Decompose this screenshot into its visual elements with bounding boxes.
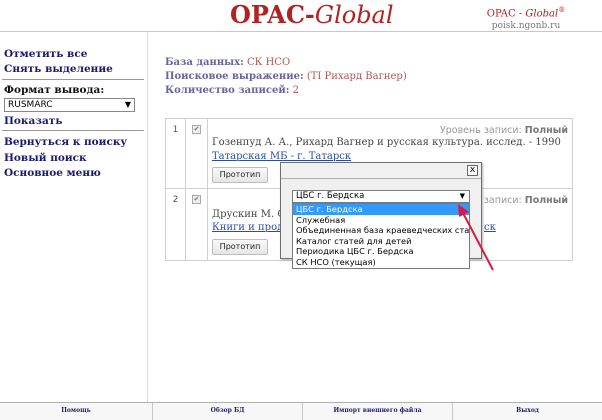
- dropdown-option[interactable]: Периодика ЦБС г. Бердска: [293, 246, 469, 257]
- format-select-value: RUSMARC: [8, 100, 53, 110]
- checkbox-cell: ✔: [186, 189, 208, 260]
- sidebar: Отметить все Снять выделение Формат выво…: [0, 32, 148, 402]
- chevron-down-icon: ▼: [459, 192, 465, 200]
- record-description: Друскин М. С.: [212, 209, 289, 220]
- checkbox-cell: ✔: [186, 119, 208, 188]
- record-level: Уровень записи: Полный: [440, 125, 568, 136]
- brand-italic: Global: [314, 1, 394, 29]
- sidebar-divider: [2, 130, 144, 131]
- dropdown-option[interactable]: ЦБС г. Бердска: [293, 204, 469, 215]
- select-all-link[interactable]: Отметить все: [4, 48, 87, 60]
- main-menu-link[interactable]: Основное меню: [4, 167, 101, 179]
- record-checkbox[interactable]: ✔: [192, 195, 201, 204]
- close-icon[interactable]: x: [467, 165, 478, 176]
- count-info: Количество записей: 2: [165, 85, 299, 96]
- deselect-link[interactable]: Снять выделение: [4, 63, 113, 75]
- record-level-value: Полный: [524, 125, 568, 136]
- brand-logo: OPAC-Global: [230, 0, 394, 29]
- brand-right-main: OPAC -: [486, 8, 526, 20]
- brand-right-italic: Global: [525, 8, 559, 20]
- brand-main: OPAC-: [230, 0, 315, 29]
- format-select[interactable]: RUSMARC ▼: [4, 98, 135, 112]
- record-checkbox[interactable]: ✔: [192, 125, 201, 134]
- help-link[interactable]: Помощь: [0, 403, 153, 420]
- format-label: Формат вывода:: [4, 84, 105, 96]
- prototype-button[interactable]: Прототип: [212, 167, 268, 183]
- dropdown-option[interactable]: Объединенная база краеведческих статей: [293, 225, 469, 236]
- query-info: Поисковое выражение: (TI Рихард Вагнер): [165, 71, 407, 82]
- count-label: Количество записей:: [165, 85, 290, 96]
- popup-divider: [281, 178, 481, 179]
- prototype-button[interactable]: Прототип: [212, 239, 268, 255]
- query-label: Поисковое выражение:: [165, 71, 304, 82]
- record-holding-link[interactable]: Татарская МБ - г. Татарск: [212, 151, 351, 162]
- back-to-search-link[interactable]: Вернуться к поиску: [4, 136, 127, 148]
- database-value: СК НСО: [247, 57, 291, 68]
- dropdown-option[interactable]: Каталог статей для детей: [293, 236, 469, 247]
- dropdown-option[interactable]: Служебная: [293, 215, 469, 226]
- chevron-down-icon: ▼: [124, 100, 131, 109]
- brand-right-reg: ®: [558, 6, 566, 14]
- header: OPAC-Global OPAC - Global® poisk.ngonb.r…: [0, 0, 602, 31]
- library-combobox-value: ЦБС г. Бердска: [296, 191, 365, 201]
- database-label: База данных:: [165, 57, 244, 68]
- db-overview-link[interactable]: Обзор БД: [153, 403, 303, 420]
- exit-link[interactable]: Выход: [453, 403, 602, 420]
- record-level-label: Уровень записи:: [439, 125, 522, 136]
- brand-secondary: OPAC - Global® poisk.ngonb.ru: [470, 4, 582, 33]
- footer-bar: Помощь Обзор БД Импорт внешнего файла Вы…: [0, 402, 602, 420]
- sidebar-divider: [2, 79, 144, 80]
- record-level-value: Полный: [524, 195, 568, 206]
- count-value: 2: [292, 85, 300, 96]
- import-file-link[interactable]: Импорт внешнего файла: [303, 403, 453, 420]
- record-number: 2: [166, 189, 186, 260]
- dropdown-option[interactable]: СК НСО (текущая): [293, 257, 469, 268]
- record-number: 1: [166, 119, 186, 188]
- record-description: Гозенпуд А. А., Рихард Вагнер и русская …: [212, 137, 561, 148]
- query-value: (TI Рихард Вагнер): [306, 71, 407, 82]
- record-holding-link-tail[interactable]: ск: [484, 222, 496, 233]
- database-info: База данных: СК НСО: [165, 57, 290, 68]
- library-combobox[interactable]: ЦБС г. Бердска ▼: [292, 190, 470, 203]
- new-search-link[interactable]: Новый поиск: [4, 152, 87, 164]
- library-dropdown-list: ЦБС г. Бердска Служебная Объединенная ба…: [292, 203, 470, 269]
- show-link[interactable]: Показать: [4, 115, 62, 127]
- record-holding-link[interactable]: Книги и продо: [212, 222, 289, 233]
